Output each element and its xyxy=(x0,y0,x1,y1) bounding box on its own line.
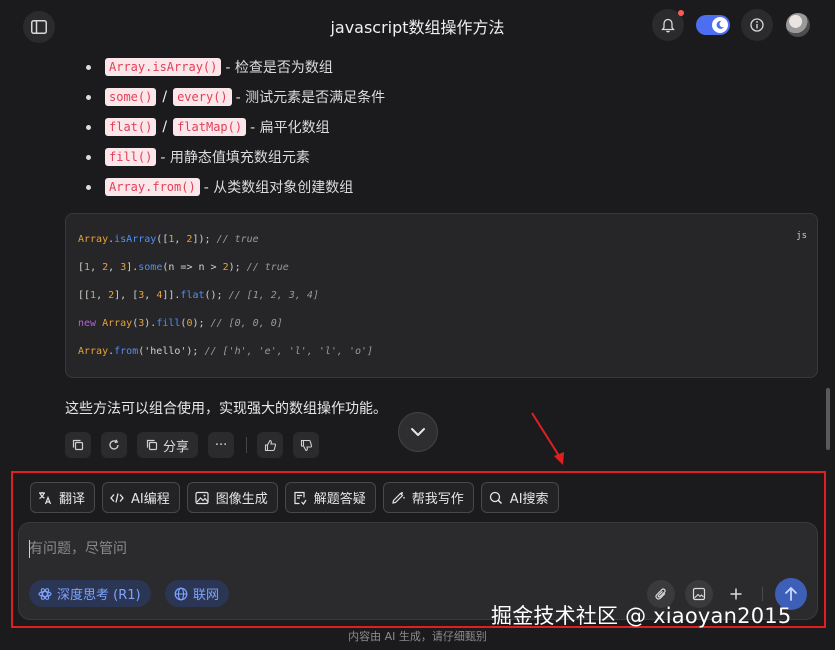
web-search-toggle[interactable]: 联网 xyxy=(165,580,230,607)
atom-icon xyxy=(38,587,52,601)
method-description: - 测试元素是否满足条件 xyxy=(235,90,386,106)
code-line: new Array(3).fill(0); // [0, 0, 0] xyxy=(78,318,283,329)
tool-label: AI编程 xyxy=(131,492,170,507)
annotation-arrow-icon xyxy=(531,412,564,465)
divider xyxy=(762,587,763,601)
text-caret xyxy=(29,540,30,558)
qa-icon xyxy=(293,491,307,505)
code-icon xyxy=(110,491,124,505)
deep-think-label: 深度思考 (R1) xyxy=(57,588,141,603)
tool-problem-solving[interactable]: 解题答疑 xyxy=(284,482,376,513)
inline-code: flat() xyxy=(105,118,157,136)
pen-icon xyxy=(391,491,405,505)
code-language-label: js xyxy=(796,231,807,241)
more-button[interactable]: ··· xyxy=(208,432,235,458)
tool-writing[interactable]: 帮我写作 xyxy=(382,482,474,513)
code-line: Array.isArray([1, 2]); // true xyxy=(78,234,259,245)
dislike-button[interactable] xyxy=(293,432,320,458)
code-line: [[1, 2], [3, 4]].flat(); // [1, 2, 3, 4] xyxy=(78,290,319,301)
share-label: 分享 xyxy=(163,439,190,455)
scroll-to-bottom-button[interactable] xyxy=(398,412,438,452)
info-icon xyxy=(750,18,764,32)
chevron-down-icon xyxy=(411,428,425,436)
tool-ai-search[interactable]: AI搜索 xyxy=(480,482,559,513)
refresh-icon xyxy=(109,439,119,450)
list-item: some() / every() - 测试元素是否满足条件 xyxy=(86,82,385,112)
inline-code: Array.isArray() xyxy=(105,58,222,76)
list-item: Array.isArray() - 检查是否为数组 xyxy=(86,52,385,82)
like-button[interactable] xyxy=(257,432,284,458)
avatar[interactable] xyxy=(786,13,810,37)
moon-icon xyxy=(712,17,728,33)
globe-icon xyxy=(174,587,188,601)
list-item: Array.from() - 从类数组对象创建数组 xyxy=(86,172,385,202)
image-icon xyxy=(195,491,209,505)
regenerate-button[interactable] xyxy=(101,432,127,458)
methods-list: Array.isArray() - 检查是否为数组 some() / every… xyxy=(86,52,385,202)
code-line: Array.from('hello'); // ['h', 'e', 'l', … xyxy=(78,346,374,357)
disclaimer-footer: 内容由 AI 生成，请仔细甄别 xyxy=(348,630,487,643)
copy-icon xyxy=(72,439,84,451)
web-search-label: 联网 xyxy=(193,588,220,603)
chat-input[interactable] xyxy=(29,537,629,561)
thumbs-up-icon xyxy=(264,439,276,451)
bullet xyxy=(86,125,91,130)
bullet xyxy=(86,185,91,190)
separator: / xyxy=(162,119,168,135)
paperclip-icon xyxy=(655,588,666,600)
image-upload-icon xyxy=(692,587,706,601)
tool-label: 图像生成 xyxy=(215,492,268,507)
search-icon xyxy=(489,491,503,505)
tool-ai-coding[interactable]: AI编程 xyxy=(102,482,180,513)
inline-code: Array.from() xyxy=(105,178,200,196)
theme-toggle[interactable] xyxy=(696,15,730,35)
tool-label: 帮我写作 xyxy=(411,492,464,507)
scrollbar[interactable] xyxy=(826,388,830,450)
share-button[interactable]: 分享 xyxy=(137,432,199,458)
tool-translate[interactable]: 翻译 xyxy=(30,482,96,513)
inline-code: some() xyxy=(105,88,157,106)
bell-icon xyxy=(661,18,675,32)
deep-think-toggle[interactable]: 深度思考 (R1) xyxy=(29,580,151,607)
separator: / xyxy=(162,89,168,105)
plus-icon xyxy=(730,588,742,600)
code-line: [1, 2, 3].some(n => n > 2); // true xyxy=(78,262,289,273)
bullet xyxy=(86,95,91,100)
more-icon: ··· xyxy=(214,437,228,453)
notification-badge xyxy=(678,10,684,16)
inline-code: every() xyxy=(173,88,232,106)
tool-label: 解题答疑 xyxy=(313,492,366,507)
copy-button[interactable] xyxy=(65,432,91,458)
inline-code: fill() xyxy=(105,148,157,166)
method-description: - 从类数组对象创建数组 xyxy=(203,180,354,196)
method-description: - 扁平化数组 xyxy=(250,120,330,136)
message-actions: 分享 ··· xyxy=(65,432,329,458)
info-button[interactable] xyxy=(741,9,773,41)
bullet xyxy=(86,65,91,70)
list-item: fill() - 用静态值填充数组元素 xyxy=(86,142,385,172)
inline-code: flatMap() xyxy=(173,118,247,136)
bullet xyxy=(86,155,91,160)
list-item: flat() / flatMap() - 扁平化数组 xyxy=(86,112,385,142)
watermark: 掘金技术社区 @ xiaoyan2015 xyxy=(491,604,792,628)
tool-label: AI搜索 xyxy=(509,492,549,507)
top-bar: javascript数组操作方法 xyxy=(0,0,835,52)
method-description: - 用静态值填充数组元素 xyxy=(160,150,310,166)
tool-chip-row: 翻译 AI编程 图像生成 解题答疑 帮我写作 AI搜索 xyxy=(30,482,566,513)
answer-summary: 这些方法可以组合使用，实现强大的数组操作功能。 xyxy=(65,401,387,417)
divider xyxy=(246,437,248,453)
code-block: js Array.isArray([1, 2]); // true [1, 2,… xyxy=(65,213,818,378)
method-description: - 检查是否为数组 xyxy=(225,60,333,76)
share-icon xyxy=(146,439,158,451)
translate-icon xyxy=(38,491,52,505)
tool-image-generation[interactable]: 图像生成 xyxy=(186,482,278,513)
thumbs-down-icon xyxy=(300,439,312,451)
tool-label: 翻译 xyxy=(59,492,86,507)
